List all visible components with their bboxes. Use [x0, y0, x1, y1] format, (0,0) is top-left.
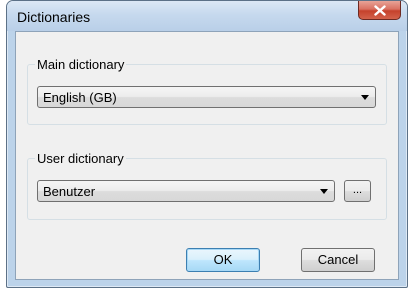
chevron-down-icon: [320, 189, 328, 194]
main-dictionary-select[interactable]: English (GB): [37, 86, 376, 108]
ok-button[interactable]: OK: [186, 248, 260, 272]
user-dictionary-label: User dictionary: [35, 151, 126, 166]
user-dictionary-value: Benutzer: [43, 184, 96, 199]
user-dictionary-group: User dictionary Benutzer ...: [27, 151, 387, 220]
window-title: Dictionaries: [17, 9, 91, 25]
close-button[interactable]: [358, 1, 401, 20]
user-dictionary-select[interactable]: Benutzer: [37, 180, 335, 202]
main-dictionary-label: Main dictionary: [35, 57, 127, 72]
browse-button[interactable]: ...: [344, 180, 371, 202]
close-icon: [373, 4, 386, 16]
title-bar[interactable]: Dictionaries: [7, 1, 407, 31]
cancel-button[interactable]: Cancel: [301, 248, 375, 272]
dictionaries-dialog: Dictionaries Main dictionary English (GB…: [6, 0, 408, 288]
dialog-body: Main dictionary English (GB) User dictio…: [15, 31, 399, 280]
chevron-down-icon: [361, 95, 369, 100]
main-dictionary-group: Main dictionary English (GB): [27, 57, 387, 125]
main-dictionary-value: English (GB): [43, 90, 117, 105]
